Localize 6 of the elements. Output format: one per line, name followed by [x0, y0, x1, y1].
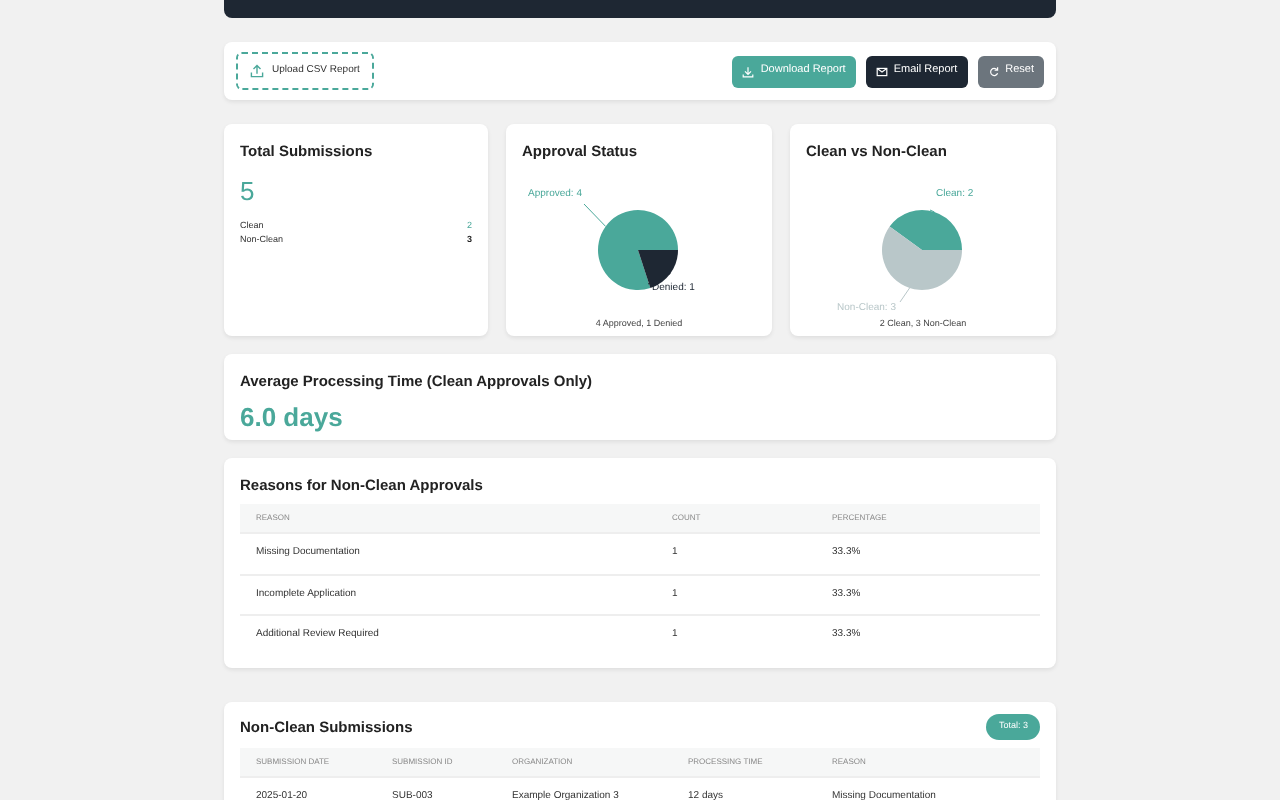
envelope-icon [875, 65, 888, 77]
reset-icon [987, 65, 1000, 77]
total-count: 5 [240, 174, 257, 211]
upload-icon [250, 64, 264, 78]
download-icon [742, 65, 755, 77]
average-value: 6.0 days [240, 400, 345, 437]
